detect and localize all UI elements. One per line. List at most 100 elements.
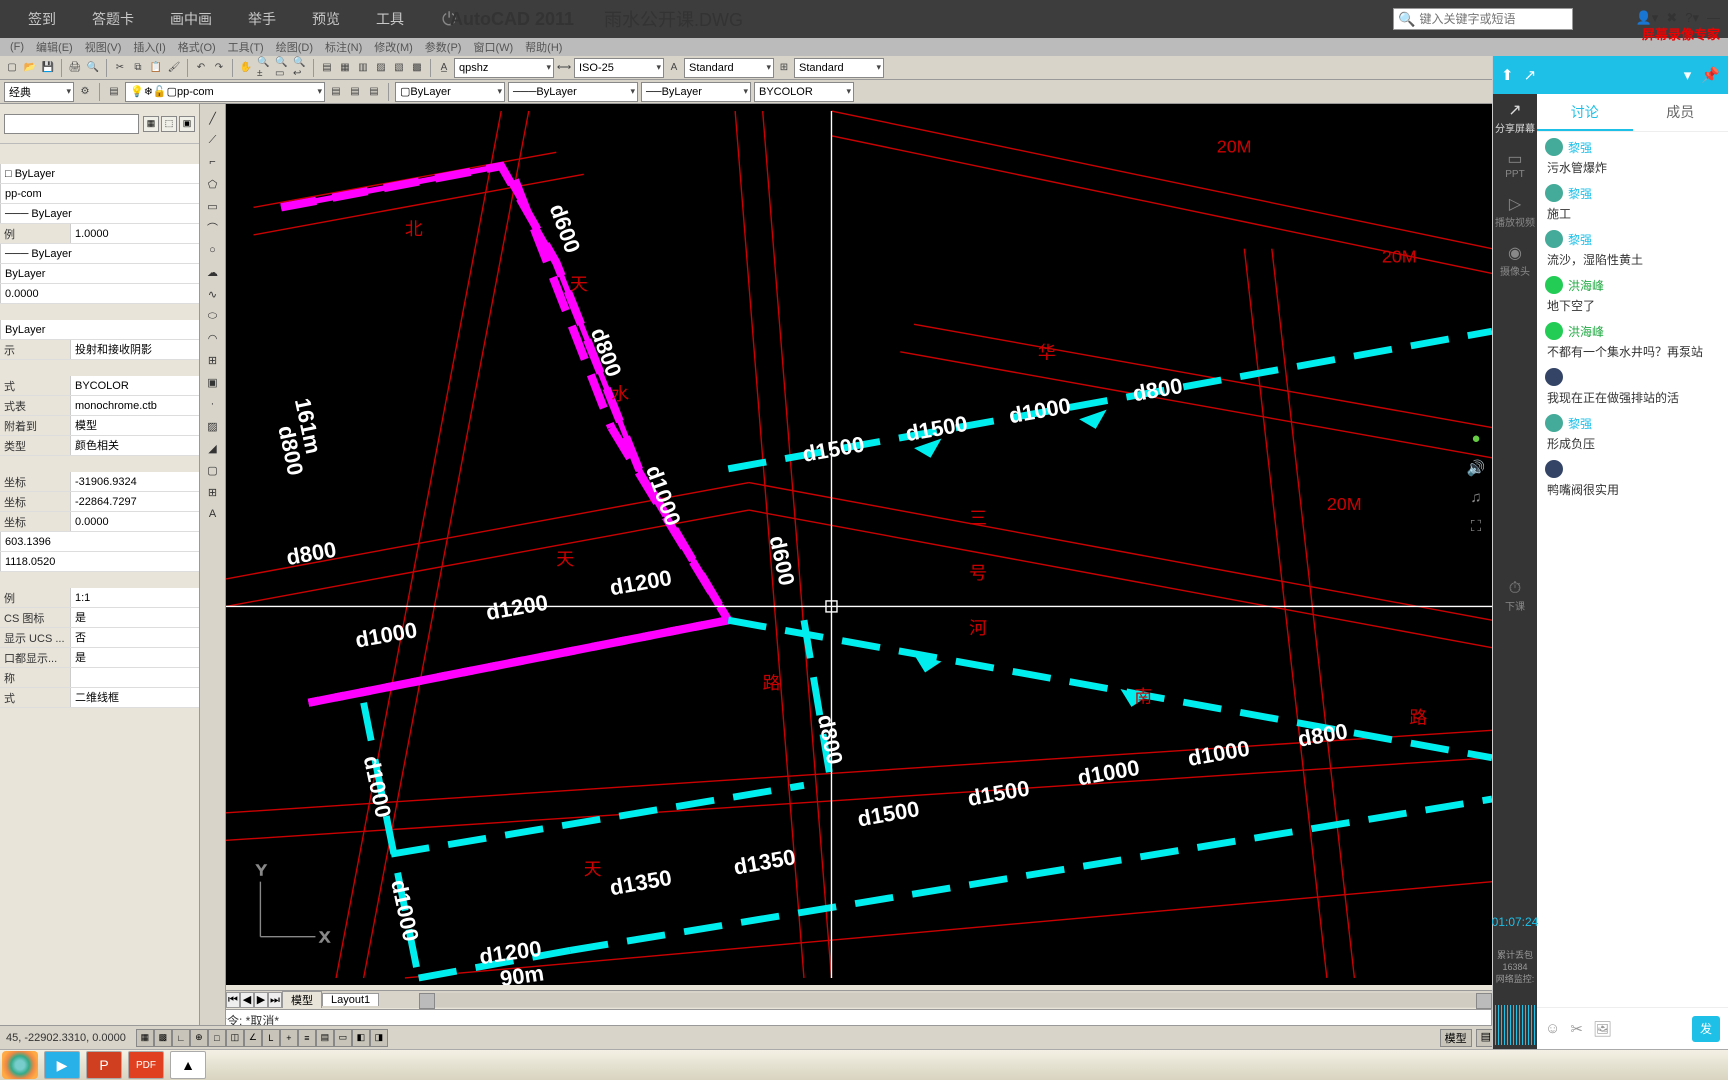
prop-transparency[interactable]: ByLayer	[0, 264, 199, 283]
block-icon[interactable]: ▣	[203, 372, 223, 392]
ellipse-icon[interactable]: ⬭	[203, 306, 223, 326]
prop-x[interactable]: -31906.9324	[70, 472, 199, 491]
prop-name[interactable]	[70, 668, 199, 687]
prop-plotstyle[interactable]: BYCOLOR	[70, 376, 199, 395]
undo-icon[interactable]: ↶	[193, 60, 209, 76]
prop-lineweight[interactable]: ─── ByLayer	[0, 244, 199, 263]
prop-linetype[interactable]: ─── ByLayer	[0, 204, 199, 223]
menu-modify[interactable]: 修改(M)	[368, 39, 419, 55]
dim-icon[interactable]: ⟷	[556, 60, 572, 76]
prop-material[interactable]: ByLayer	[0, 320, 199, 339]
members-tab[interactable]: 成员	[1633, 94, 1728, 131]
prop-layer[interactable]: pp-com	[0, 184, 199, 203]
plot-icon[interactable]: 🖨	[67, 60, 83, 76]
tab-prev-icon[interactable]: ◀	[240, 992, 254, 1008]
taskbar-autocad[interactable]: ▲	[170, 1051, 206, 1079]
otrack-toggle[interactable]: ∠	[244, 1029, 262, 1047]
selectobj-icon[interactable]: ⬚	[161, 116, 177, 132]
menu-help[interactable]: 帮助(H)	[519, 39, 568, 55]
location-icon[interactable]: ●	[1471, 430, 1480, 447]
chat-message-list[interactable]: 黎强污水管爆炸 黎强施工 黎强流沙，湿陷性黄土 洪海峰地下空了 洪海峰不都有一个…	[1537, 132, 1728, 1007]
menu-edit[interactable]: 编辑(E)	[30, 39, 79, 55]
fullscreen-icon[interactable]: ⛶	[1471, 518, 1482, 535]
tab-next-icon[interactable]: ▶	[254, 992, 268, 1008]
infocenter-search[interactable]: 🔍	[1393, 8, 1573, 30]
prop-ucsshow[interactable]: 否	[70, 628, 199, 647]
pip-tab[interactable]: 画中画	[152, 0, 230, 38]
prop-ucsicon[interactable]: 是	[70, 608, 199, 627]
menu-file[interactable]: (F)	[4, 41, 30, 53]
raise-hand-tab[interactable]: 举手	[230, 0, 294, 38]
prop-color[interactable]: □ ByLayer	[0, 164, 199, 183]
dcenter-icon[interactable]: ▦	[337, 60, 353, 76]
taskbar-pdf[interactable]: PDF	[128, 1051, 164, 1079]
arc-icon[interactable]: ⌒	[203, 218, 223, 238]
menu-window[interactable]: 窗口(W)	[467, 39, 519, 55]
osnap3d-toggle[interactable]: ◫	[226, 1029, 244, 1047]
dim-style-dropdown[interactable]: qpshz	[454, 58, 554, 78]
layer-state-icon[interactable]: ▤	[366, 84, 382, 100]
rect-icon[interactable]: ▭	[203, 196, 223, 216]
model-tab[interactable]: 模型	[282, 991, 322, 1008]
polar-toggle[interactable]: ⊕	[190, 1029, 208, 1047]
linetype-dropdown[interactable]: ─── ByLayer	[508, 82, 638, 102]
tpalette-icon[interactable]: ▥	[355, 60, 371, 76]
play-video-button[interactable]: ▷播放视频	[1495, 194, 1535, 229]
qcalc-icon[interactable]: ▩	[409, 60, 425, 76]
send-button[interactable]: 发	[1692, 1016, 1720, 1042]
prop-vstyle[interactable]: 二维线框	[70, 688, 199, 707]
ppt-button[interactable]: ▭PPT	[1505, 149, 1524, 180]
gradient-icon[interactable]: ◢	[203, 438, 223, 458]
menu-param[interactable]: 参数(P)	[419, 39, 468, 55]
region-icon[interactable]: ▢	[203, 460, 223, 480]
zoom-rt-icon[interactable]: 🔍±	[256, 60, 272, 76]
copy-icon[interactable]: ⧉	[130, 60, 146, 76]
save-icon[interactable]: 💾	[40, 60, 56, 76]
image-icon[interactable]: 🖼	[1593, 1020, 1612, 1038]
circle-icon[interactable]: ○	[203, 240, 223, 260]
menu-view[interactable]: 视图(V)	[79, 39, 128, 55]
upload-icon[interactable]: ⬆	[1501, 66, 1514, 84]
dim-iso-dropdown[interactable]: ISO-25	[574, 58, 664, 78]
mtext-icon[interactable]: A	[203, 504, 223, 524]
table-style-icon[interactable]: ⊞	[776, 60, 792, 76]
new-icon[interactable]: ▢	[4, 60, 20, 76]
plotstyle-dropdown[interactable]: BYCOLOR	[754, 82, 854, 102]
xline-icon[interactable]: ⟋	[203, 130, 223, 150]
snap-toggle[interactable]: ▦	[136, 1029, 154, 1047]
drawing-canvas[interactable]: d600 d800 d1000 161m d800 d600 d1500 d15…	[226, 104, 1492, 985]
prop-z[interactable]: 0.0000	[70, 512, 199, 531]
pickadd-icon[interactable]: ▣	[179, 116, 195, 132]
hatch-icon[interactable]: ▨	[203, 416, 223, 436]
line-icon[interactable]: ╱	[203, 108, 223, 128]
redo-icon[interactable]: ↷	[211, 60, 227, 76]
qp-toggle[interactable]: ▭	[334, 1029, 352, 1047]
modelspace-label[interactable]: 模型	[1440, 1029, 1472, 1047]
prop-y[interactable]: -22864.7297	[70, 492, 199, 511]
scissors-icon[interactable]: ✂	[1570, 1020, 1583, 1038]
prop-h[interactable]: 1118.0520	[0, 552, 199, 571]
prop-w[interactable]: 603.1396	[0, 532, 199, 551]
start-button[interactable]	[2, 1051, 38, 1079]
camera-button[interactable]: ◉摄像头	[1500, 243, 1530, 278]
selection-combo[interactable]	[4, 114, 139, 134]
search-input[interactable]	[1419, 12, 1559, 26]
layer-dropdown[interactable]: 💡❄🔓▢ pp-com	[125, 82, 325, 102]
tpy-toggle[interactable]: ▤	[316, 1029, 334, 1047]
prop-attached[interactable]: 模型	[70, 416, 199, 435]
ortho-toggle[interactable]: ∟	[172, 1029, 190, 1047]
dim-style-icon[interactable]: A̲	[436, 60, 452, 76]
am-toggle[interactable]: ◨	[370, 1029, 388, 1047]
cut-icon[interactable]: ✂	[112, 60, 128, 76]
tab-last-icon[interactable]: ⏭	[268, 992, 282, 1008]
prop-shadow[interactable]: 投射和接收阴影	[70, 340, 199, 359]
prop-plottable[interactable]: monochrome.ctb	[70, 396, 199, 415]
markup-icon[interactable]: ▧	[391, 60, 407, 76]
layer-props-icon[interactable]: ▤	[106, 84, 122, 100]
music-icon[interactable]: ♫	[1470, 489, 1481, 506]
open-icon[interactable]: 📂	[22, 60, 38, 76]
pin-icon[interactable]: 📌	[1701, 66, 1720, 84]
layer-iso-icon[interactable]: ▤	[328, 84, 344, 100]
polygon-icon[interactable]: ⬠	[203, 174, 223, 194]
osnap-toggle[interactable]: □	[208, 1029, 226, 1047]
